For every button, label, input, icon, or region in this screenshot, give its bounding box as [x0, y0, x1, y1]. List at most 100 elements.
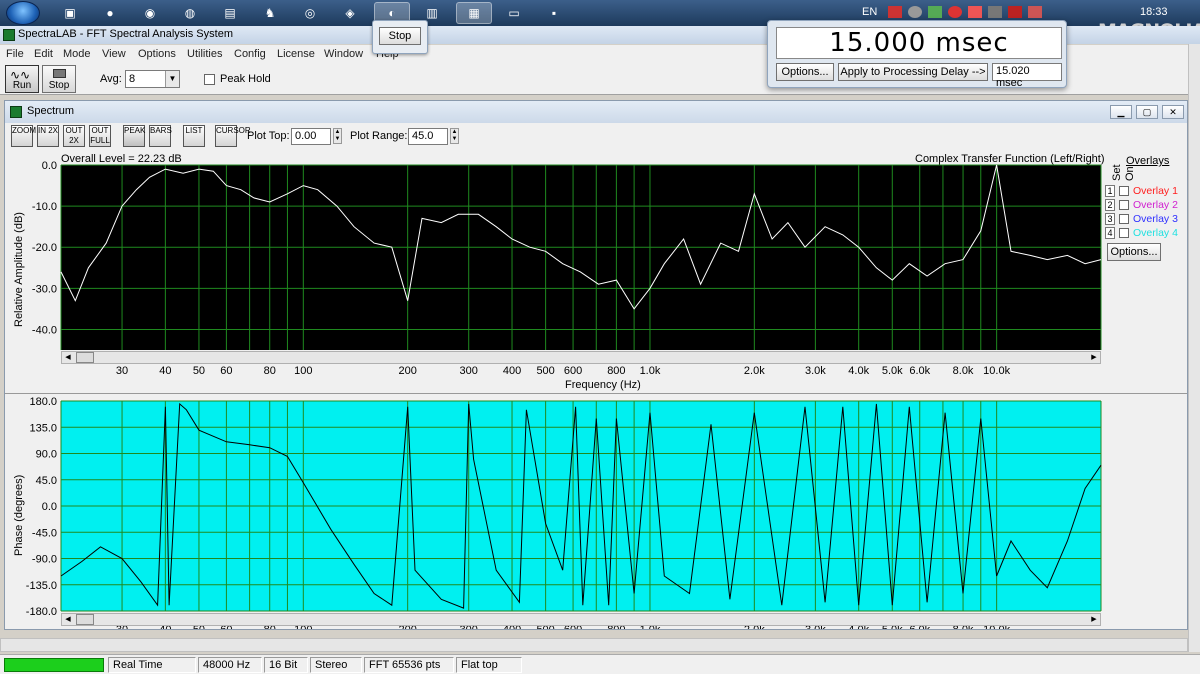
spectrum-window: Spectrum ▁ ▢ ✕ ZOOM IN 2X OUT 2X OUT FUL…: [4, 100, 1188, 630]
stop-icon: [53, 69, 66, 78]
x-tick-label: 10.0k: [983, 365, 1010, 377]
status-bits: 16 Bit: [264, 657, 308, 673]
x-tick-label: 200: [398, 365, 416, 377]
y-tick-label: -90.0: [32, 554, 57, 566]
delay-window: 15.000 msec Options... Apply to Processi…: [767, 20, 1067, 89]
taskbar-app-icon[interactable]: ♞: [252, 2, 288, 24]
x-tick-label: 500: [536, 365, 554, 377]
x-tick-label: 8.0k: [953, 365, 974, 377]
phase-scrollbar[interactable]: ◀ ▶: [61, 613, 1101, 626]
taskbar-app-icon[interactable]: ▤: [212, 2, 248, 24]
x-tick-label: 60: [220, 365, 232, 377]
peak-hold-checkbox[interactable]: [204, 74, 215, 85]
x-tick-label: 800: [607, 365, 625, 377]
x-tick-label: 5.0k: [882, 365, 903, 377]
scroll-right-icon[interactable]: ▶: [1088, 352, 1100, 363]
clock[interactable]: 18:33: [1140, 6, 1168, 18]
menu-utilities[interactable]: Utilities: [187, 48, 222, 60]
taskbar-app-icon[interactable]: ◎: [292, 2, 328, 24]
peak-hold-label: Peak Hold: [220, 73, 271, 85]
run-button[interactable]: ∿∿ Run: [5, 65, 39, 93]
status-mode: Real Time: [108, 657, 196, 673]
avg-select[interactable]: 8 ▼: [125, 70, 180, 88]
x-tick-label: 40: [159, 365, 171, 377]
x-tick-label: 100: [294, 365, 312, 377]
taskbar-skype-icon[interactable]: ◉: [132, 2, 168, 24]
run-label: Run: [12, 80, 32, 91]
main-vertical-scrollbar[interactable]: [1188, 44, 1200, 652]
status-rate: 48000 Hz: [198, 657, 262, 673]
app-title: SpectraLAB - FFT Spectral Analysis Syste…: [18, 28, 233, 40]
level-meter: [4, 658, 104, 672]
y-tick-label: 180.0: [29, 396, 57, 408]
popup-stop-button[interactable]: Stop: [379, 27, 421, 45]
menu-window[interactable]: Window: [324, 48, 363, 60]
menu-license[interactable]: License: [277, 48, 315, 60]
amplitude-scrollbar[interactable]: ◀ ▶: [61, 351, 1101, 364]
y-tick-label: -30.0: [32, 283, 57, 295]
scroll-right-icon[interactable]: ▶: [1088, 614, 1100, 625]
taskbar-app-icon[interactable]: ◍: [172, 2, 208, 24]
chevron-down-icon: ▼: [165, 71, 179, 87]
taskbar-opera-icon[interactable]: ●: [92, 2, 128, 24]
x-tick-label: 1.0k: [640, 365, 661, 377]
plot-divider: [5, 393, 1187, 394]
x-tick-label: 600: [564, 365, 582, 377]
stop-button[interactable]: Stop: [42, 65, 76, 93]
menu-options[interactable]: Options: [138, 48, 176, 60]
y-tick-label: 90.0: [36, 449, 57, 461]
scroll-thumb[interactable]: [76, 352, 94, 363]
y-tick-label: -180.0: [26, 606, 57, 618]
taskbar-save-icon[interactable]: ▣: [52, 2, 88, 24]
y-tick-label: 45.0: [36, 475, 57, 487]
scroll-left-icon[interactable]: ◀: [62, 614, 74, 625]
menu-edit[interactable]: Edit: [34, 48, 53, 60]
plot-background: [61, 165, 1101, 350]
menu-config[interactable]: Config: [234, 48, 266, 60]
status-bar: Real Time 48000 Hz 16 Bit Stereo FFT 655…: [0, 654, 1200, 674]
taskbar-app-icon[interactable]: ◈: [332, 2, 368, 24]
applied-delay-field[interactable]: 15.020 msec: [992, 63, 1062, 89]
stop-label: Stop: [48, 80, 70, 91]
spectrum-charts: 0.0 -10.0 -20.0 -30.0 -40.0 30 40 50 60 80 100 200 3…: [26, 160, 1102, 629]
x-tick-label: 3.0k: [805, 365, 826, 377]
x-tick-label: 4.0k: [848, 365, 869, 377]
avg-value: 8: [129, 73, 136, 85]
start-button[interactable]: [6, 1, 40, 25]
delay-display: 15.000 msec: [776, 27, 1062, 59]
x-tick-label: 2.0k: [744, 365, 765, 377]
scroll-left-icon[interactable]: ◀: [62, 352, 74, 363]
scroll-thumb[interactable]: [76, 614, 94, 625]
system-tray: [888, 6, 1058, 20]
x-tick-label: 6.0k: [909, 365, 930, 377]
status-window: Flat top: [456, 657, 522, 673]
frequency-xlabel: Frequency (Hz): [565, 379, 641, 391]
x-tick-label: 300: [460, 365, 478, 377]
y-tick-label: -40.0: [32, 324, 57, 336]
y-tick-label: -10.0: [32, 201, 57, 213]
taskbar-app-icon[interactable]: ▭: [496, 2, 532, 24]
y-tick-label: -135.0: [26, 580, 57, 592]
menu-file[interactable]: File: [6, 48, 24, 60]
y-tick-label: -20.0: [32, 242, 57, 254]
x-tick-label: 80: [264, 365, 276, 377]
status-channels: Stereo: [310, 657, 362, 673]
main-horizontal-scrollbar[interactable]: [0, 638, 1188, 652]
apply-delay-button[interactable]: Apply to Processing Delay -->: [838, 63, 988, 81]
menu-mode[interactable]: Mode: [63, 48, 91, 60]
delay-options-button[interactable]: Options...: [776, 63, 834, 81]
stop-popup: Stop: [372, 20, 428, 54]
language-indicator[interactable]: EN: [862, 6, 877, 18]
y-tick-label: 0.0: [42, 160, 57, 172]
taskbar-spectralab-icon[interactable]: ▦: [456, 2, 492, 24]
x-tick-label: 50: [193, 365, 205, 377]
x-tick-label: 400: [503, 365, 521, 377]
status-fft: FFT 65536 pts: [364, 657, 454, 673]
y-tick-label: 135.0: [29, 422, 57, 434]
y-tick-label: 0.0: [42, 501, 57, 513]
x-tick-label: 30: [116, 365, 128, 377]
taskbar-app-icon[interactable]: ▪: [536, 2, 572, 24]
menu-view[interactable]: View: [102, 48, 126, 60]
spectralab-icon: [3, 29, 15, 41]
y-tick-label: -45.0: [32, 527, 57, 539]
